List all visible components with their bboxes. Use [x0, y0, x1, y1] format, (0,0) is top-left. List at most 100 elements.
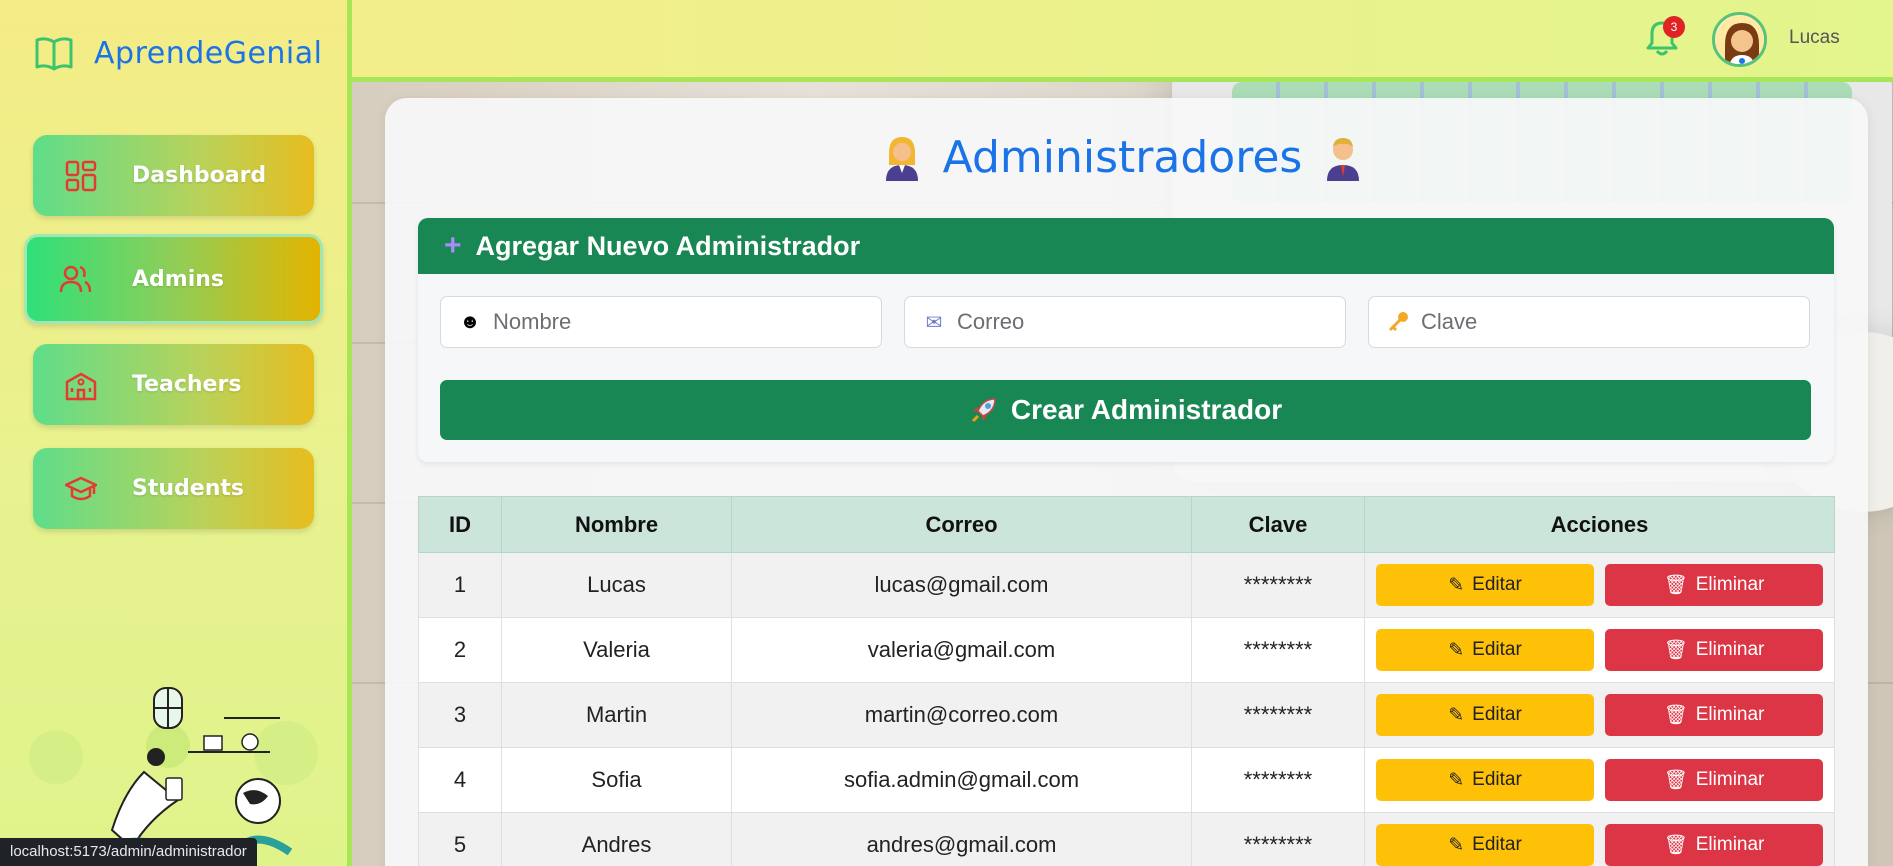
add-admin-form: + Agregar Nuevo Administrador ☻ ✉	[418, 218, 1834, 462]
trash-icon: 🗑	[1663, 575, 1688, 596]
woman-office-worker-icon	[885, 136, 918, 181]
delete-label: Eliminar	[1695, 639, 1765, 660]
cell-clave: ********	[1191, 682, 1365, 748]
table-row: 2 Valeria valeria@gmail.com ******** ✎ Ed…	[418, 617, 1835, 683]
school-icon	[65, 372, 97, 400]
sidebar-item-label: Admins	[132, 266, 224, 292]
pencil-icon: ✎	[1448, 769, 1465, 791]
edit-label: Editar	[1472, 769, 1522, 790]
sidebar-item-label: Students	[132, 476, 244, 501]
trash-icon: 🗑	[1663, 770, 1688, 791]
header-acciones: Acciones	[1364, 496, 1835, 553]
create-admin-label: Crear Administrador	[1010, 394, 1283, 425]
cell-id: 3	[418, 682, 502, 748]
sidebar-item-teachers[interactable]: Teachers	[33, 344, 314, 425]
cell-clave: ********	[1191, 747, 1365, 813]
page-title: Administradores	[942, 132, 1303, 183]
edit-button[interactable]: ✎ Editar	[1376, 629, 1594, 671]
cell-id: 1	[418, 552, 502, 618]
cell-acciones: ✎ Editar 🗑 Eliminar	[1364, 747, 1835, 813]
delete-button[interactable]: 🗑 Eliminar	[1605, 694, 1823, 736]
avatar[interactable]	[1712, 12, 1767, 67]
person-icon: ☻	[459, 310, 481, 333]
trash-icon: 🗑	[1663, 640, 1688, 661]
form-header: + Agregar Nuevo Administrador	[418, 218, 1834, 274]
nombre-field[interactable]: ☻	[440, 296, 882, 348]
header-correo[interactable]: Correo	[731, 496, 1192, 553]
clave-field[interactable]	[1368, 296, 1810, 348]
cell-id: 4	[418, 747, 502, 813]
cell-acciones: ✎ Editar 🗑 Eliminar	[1364, 682, 1835, 748]
delete-button[interactable]: 🗑 Eliminar	[1605, 629, 1823, 671]
cell-nombre: Valeria	[501, 617, 732, 683]
cell-acciones: ✎ Editar 🗑 Eliminar	[1364, 552, 1835, 618]
cell-clave: ********	[1191, 552, 1365, 618]
cell-nombre: Sofia	[501, 747, 732, 813]
rocket-icon	[971, 398, 996, 423]
header-id[interactable]: ID	[418, 496, 502, 553]
delete-button[interactable]: 🗑 Eliminar	[1605, 564, 1823, 606]
table-header-row: ID Nombre Correo Clave Acciones	[418, 496, 1835, 553]
delete-label: Eliminar	[1695, 704, 1765, 725]
users-icon	[59, 265, 91, 293]
edit-label: Editar	[1472, 834, 1522, 855]
create-admin-button[interactable]: Crear Administrador	[440, 380, 1811, 440]
sidebar: AprendeGenial Dashboard Admins Teachers	[0, 0, 352, 866]
trash-icon: 🗑	[1663, 835, 1688, 856]
table-row: 4 Sofia sofia.admin@gmail.com ******** ✎…	[418, 747, 1835, 813]
delete-label: Eliminar	[1695, 834, 1765, 855]
cell-correo: sofia.admin@gmail.com	[731, 747, 1192, 813]
brand[interactable]: AprendeGenial	[34, 34, 322, 72]
cell-acciones: ✎ Editar 🗑 Eliminar	[1364, 812, 1835, 866]
table-row: 5 Andres andres@gmail.com ******** ✎ Edit…	[418, 812, 1835, 866]
edit-label: Editar	[1472, 639, 1522, 660]
cell-nombre: Martin	[501, 682, 732, 748]
cell-id: 2	[418, 617, 502, 683]
plus-icon: +	[444, 229, 462, 262]
sidebar-item-admins[interactable]: Admins	[24, 234, 323, 324]
key-icon	[1388, 312, 1408, 332]
graduation-cap-icon	[65, 476, 97, 500]
cell-acciones: ✎ Editar 🗑 Eliminar	[1364, 617, 1835, 683]
cell-correo: lucas@gmail.com	[731, 552, 1192, 618]
username: Lucas	[1789, 27, 1840, 48]
edit-button[interactable]: ✎ Editar	[1376, 564, 1594, 606]
delete-button[interactable]: 🗑 Eliminar	[1605, 824, 1823, 866]
cell-clave: ********	[1191, 812, 1365, 866]
delete-button[interactable]: 🗑 Eliminar	[1605, 759, 1823, 801]
topbar: 3 Lucas	[352, 0, 1893, 82]
sidebar-item-label: Teachers	[132, 372, 242, 397]
cell-correo: martin@correo.com	[731, 682, 1192, 748]
book-icon	[35, 37, 73, 71]
cell-nombre: Andres	[501, 812, 732, 866]
pencil-icon: ✎	[1448, 704, 1465, 726]
pencil-icon: ✎	[1448, 574, 1465, 596]
correo-field[interactable]: ✉	[904, 296, 1346, 348]
cell-clave: ********	[1191, 617, 1365, 683]
man-office-worker-icon	[1327, 137, 1360, 181]
delete-label: Eliminar	[1695, 574, 1765, 595]
brand-name: AprendeGenial	[94, 35, 323, 71]
edit-button[interactable]: ✎ Editar	[1376, 694, 1594, 736]
correo-input[interactable]	[957, 309, 1327, 335]
edit-button[interactable]: ✎ Editar	[1376, 759, 1594, 801]
table-row: 3 Martin martin@correo.com ******** ✎ Edi…	[418, 682, 1835, 748]
page-title-row: Administradores	[0, 132, 1893, 183]
header-clave[interactable]: Clave	[1191, 496, 1365, 553]
clave-input[interactable]	[1421, 309, 1791, 335]
form-title: Agregar Nuevo Administrador	[475, 230, 861, 261]
trash-icon: 🗑	[1663, 705, 1688, 726]
cell-correo: andres@gmail.com	[731, 812, 1192, 866]
pencil-icon: ✎	[1448, 834, 1465, 856]
cell-id: 5	[418, 812, 502, 866]
delete-label: Eliminar	[1695, 769, 1765, 790]
nombre-input[interactable]	[493, 309, 863, 335]
header-nombre[interactable]: Nombre	[501, 496, 732, 553]
status-bar-url: localhost:5173/admin/administrador	[0, 838, 257, 866]
edit-label: Editar	[1472, 574, 1522, 595]
avatar-image	[1715, 15, 1764, 64]
notification-badge: 3	[1663, 16, 1685, 38]
sidebar-item-students[interactable]: Students	[33, 448, 314, 529]
edit-label: Editar	[1472, 704, 1522, 725]
edit-button[interactable]: ✎ Editar	[1376, 824, 1594, 866]
